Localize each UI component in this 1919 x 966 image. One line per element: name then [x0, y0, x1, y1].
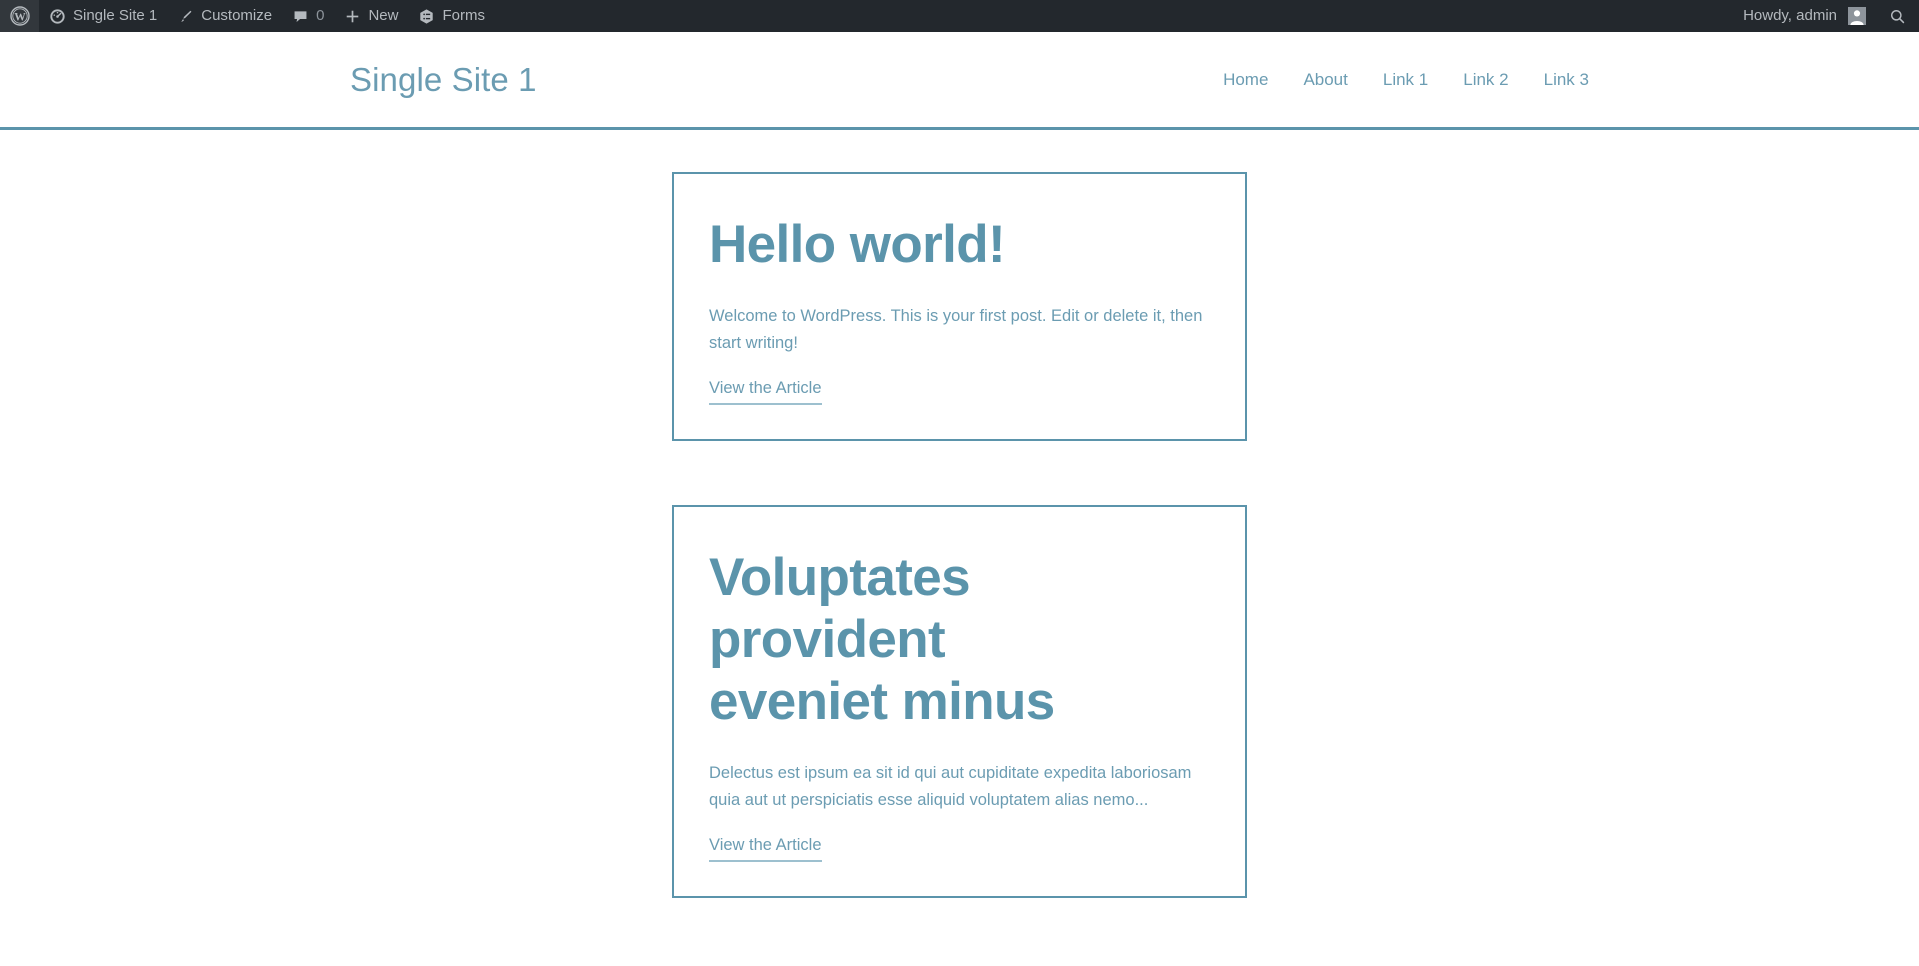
site-header-inner: Single Site 1 Home About Link 1 Link 2 L…: [0, 32, 1919, 127]
site-title[interactable]: Single Site 1: [350, 61, 537, 99]
wordpress-logo-icon: W: [10, 6, 30, 26]
admin-bar-customize-label: Customize: [201, 7, 273, 24]
nav-item-link-1[interactable]: Link 1: [1383, 70, 1428, 90]
wp-logo-menu-item[interactable]: W: [0, 0, 39, 32]
dashboard-speedometer-icon: [49, 8, 66, 25]
user-avatar-icon: [1848, 7, 1866, 25]
post-excerpt: Delectus est ipsum ea sit id qui aut cup…: [709, 764, 1192, 809]
admin-bar-item-site-name[interactable]: Single Site 1: [39, 0, 167, 32]
forms-hexagon-icon: [418, 8, 435, 25]
post-title: Voluptates provident eveniet minus: [709, 548, 1055, 731]
site-header: Single Site 1 Home About Link 1 Link 2 L…: [0, 32, 1919, 130]
nav-item-about[interactable]: About: [1303, 70, 1347, 90]
admin-bar-right-group: Howdy, admin: [1733, 0, 1919, 32]
nav-item-home[interactable]: Home: [1223, 70, 1268, 90]
admin-bar-left-group: W Single Site 1 Customize 0 New Forms: [0, 0, 495, 32]
admin-bar-site-name-label: Single Site 1: [73, 7, 158, 24]
nav-item-link-2[interactable]: Link 2: [1463, 70, 1508, 90]
post-excerpt: Welcome to WordPress. This is your first…: [709, 307, 1203, 352]
post-card: Voluptates provident eveniet minus Delec…: [672, 505, 1247, 898]
post-card: Hello world! Welcome to WordPress. This …: [672, 172, 1247, 441]
nav-item-link-3[interactable]: Link 3: [1544, 70, 1589, 90]
admin-bar-new-label: New: [368, 7, 399, 24]
admin-bar-item-comments[interactable]: 0: [282, 0, 334, 32]
wp-admin-bar: W Single Site 1 Customize 0 New Forms Ho…: [0, 0, 1919, 32]
admin-bar-item-new[interactable]: New: [334, 0, 408, 32]
view-article-link[interactable]: View the Article: [709, 835, 822, 862]
admin-bar-item-forms[interactable]: Forms: [408, 0, 495, 32]
howdy-label: Howdy, admin: [1743, 7, 1837, 24]
search-icon: [1889, 8, 1906, 25]
post-title: Hello world!: [709, 215, 1006, 274]
main-content: Hello world! Welcome to WordPress. This …: [0, 130, 1919, 966]
comment-count-label: 0: [316, 7, 325, 24]
admin-bar-forms-label: Forms: [442, 7, 485, 24]
plus-icon: [344, 8, 361, 25]
svg-text:W: W: [14, 12, 26, 24]
admin-bar-my-account[interactable]: Howdy, admin: [1733, 0, 1876, 32]
comment-bubble-icon: [292, 8, 309, 25]
view-article-link[interactable]: View the Article: [709, 378, 822, 405]
admin-bar-item-customize[interactable]: Customize: [167, 0, 282, 32]
primary-navigation: Home About Link 1 Link 2 Link 3: [1223, 70, 1589, 90]
admin-bar-search-button[interactable]: [1876, 0, 1919, 32]
paintbrush-icon: [177, 8, 194, 25]
